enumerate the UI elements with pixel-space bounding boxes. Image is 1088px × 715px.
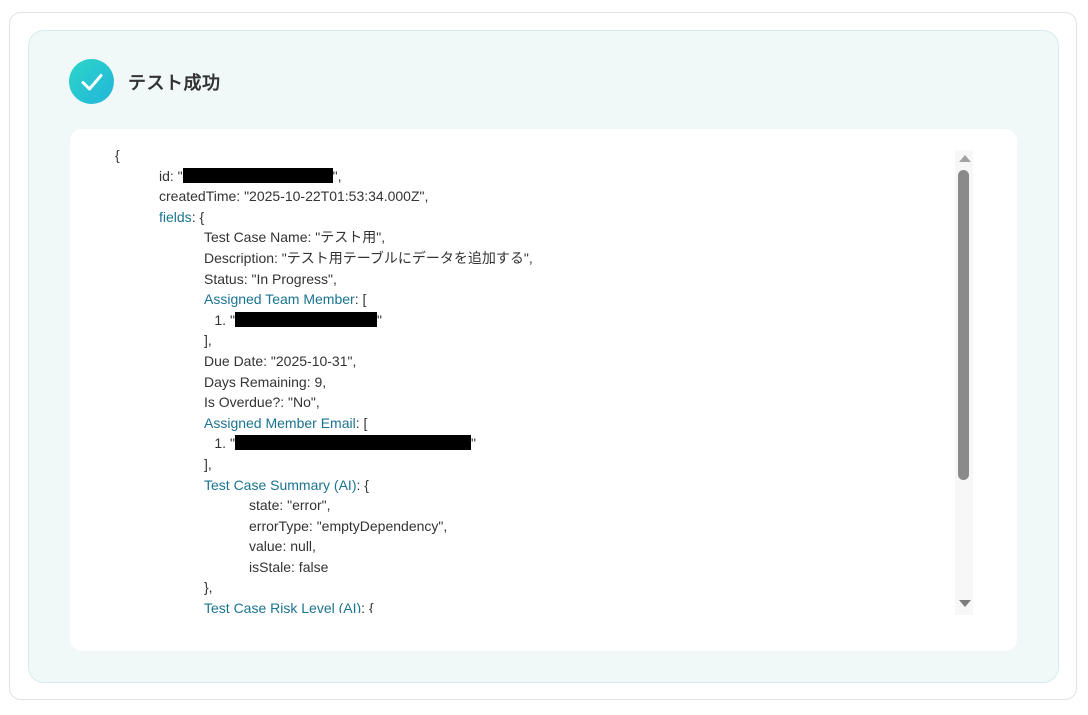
json-row-is-overdue: Is Overdue?: "No",: [115, 392, 945, 413]
test-case-risk-level-key[interactable]: Test Case Risk Level (AI): [204, 600, 361, 613]
json-object-close: },: [204, 579, 213, 596]
json-array-item: 1. " ": [214, 435, 476, 452]
scrollbar-thumb[interactable]: [958, 170, 969, 480]
test-case-summary-key[interactable]: Test Case Summary (AI): [204, 477, 356, 493]
json-row-test-case-risk-level: Test Case Risk Level (AI): {: [115, 598, 945, 613]
result-header: テスト成功: [69, 59, 221, 104]
json-row-error-type: errorType: "emptyDependency",: [115, 516, 945, 537]
json-row-created: createdTime: "2025-10-22T01:53:34.000Z",: [115, 186, 945, 207]
json-array-close: ],: [204, 455, 212, 472]
check-icon: [69, 59, 114, 104]
redacted-value: [234, 311, 377, 327]
json-row-is-stale: isStale: false: [115, 557, 945, 578]
page-title: テスト成功: [128, 72, 221, 93]
assigned-team-member-key[interactable]: Assigned Team Member: [204, 291, 355, 307]
assigned-member-email-key[interactable]: Assigned Member Email: [204, 415, 356, 431]
scroll-up-arrow-icon[interactable]: [959, 155, 971, 162]
json-row-assigned-team-member: Assigned Team Member: [: [115, 289, 945, 310]
json-row-days-remaining: Days Remaining: 9,: [115, 372, 945, 393]
redacted-value: [234, 435, 471, 451]
json-row-assigned-member-email: Assigned Member Email: [: [115, 413, 945, 434]
redacted-value: [182, 167, 333, 183]
json-row-due-date: Due Date: "2025-10-31",: [115, 351, 945, 372]
json-row-test-case-summary: Test Case Summary (AI): {: [115, 475, 945, 496]
json-row-id: id: " ",: [115, 166, 945, 187]
vertical-scrollbar[interactable]: [955, 150, 973, 615]
json-row-value: value: null,: [115, 536, 945, 557]
fields-key[interactable]: fields: [159, 209, 192, 225]
json-row-state: state: "error",: [115, 495, 945, 516]
scroll-down-arrow-icon[interactable]: [959, 600, 971, 607]
json-open-brace: {: [115, 147, 120, 163]
json-row-description: Description: "テスト用テーブルにデータを追加する",: [115, 248, 945, 269]
json-row-fields: fields: {: [115, 207, 945, 228]
json-array-item: 1. " ": [214, 311, 382, 328]
json-row-status: Status: "In Progress",: [115, 269, 945, 290]
json-array-close: ],: [204, 332, 212, 349]
json-row-test-case-name: Test Case Name: "テスト用",: [115, 227, 945, 248]
json-viewer[interactable]: { id: " ", createdTime: "2025-10-22T01:53…: [115, 145, 945, 613]
